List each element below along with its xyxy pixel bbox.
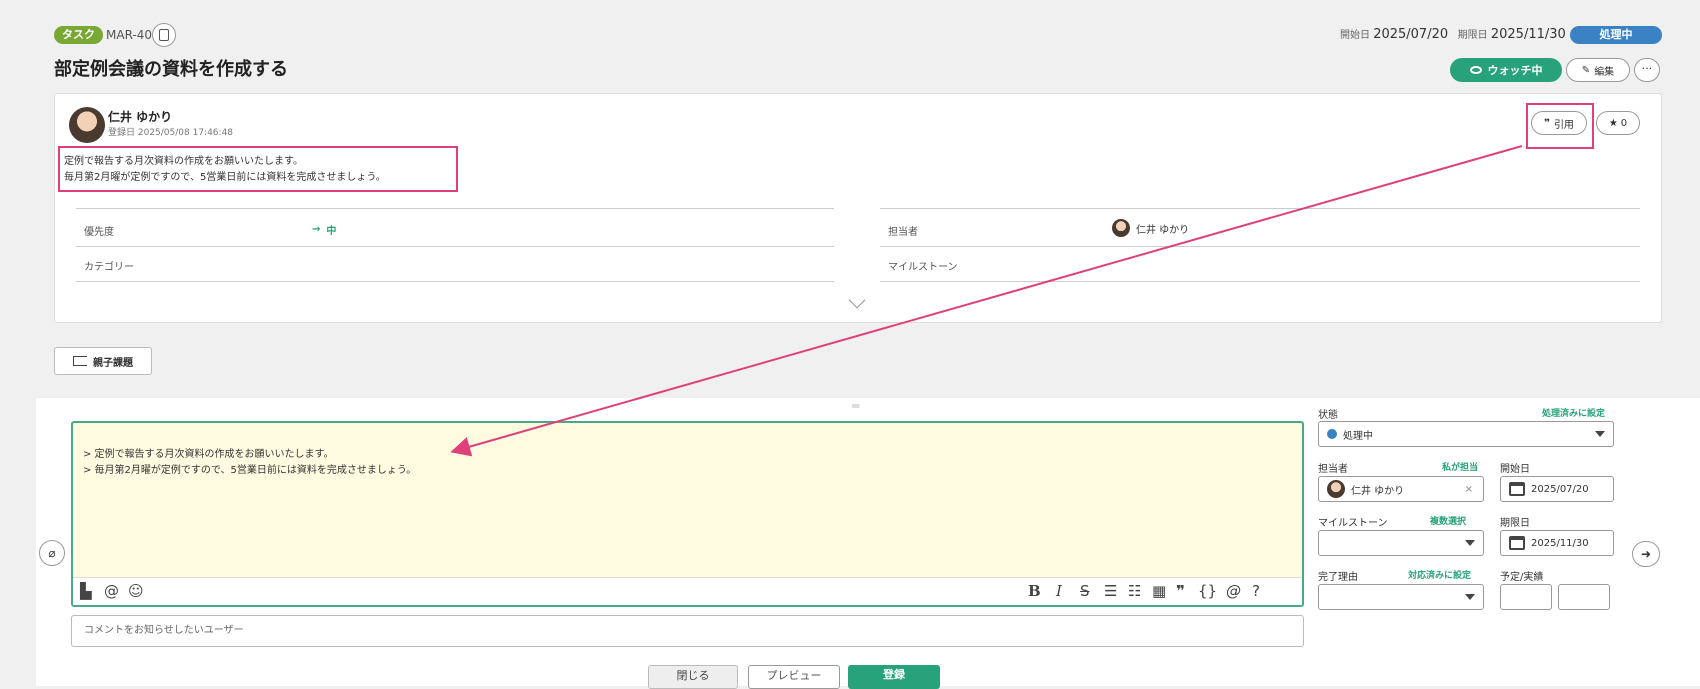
priority-value: → 中 [312, 224, 337, 237]
bold-button[interactable]: B [1028, 582, 1041, 600]
category-label: カテゴリー [84, 262, 134, 273]
table-button[interactable]: ▦ [1152, 582, 1166, 600]
star-button[interactable]: ★ 0 [1596, 111, 1640, 135]
assignee-select[interactable]: 仁井 ゆかり × [1318, 476, 1484, 502]
link-button[interactable]: @ [1226, 582, 1241, 600]
issue-description: 定例で報告する月次資料の作成をお願いいたします。 毎月第2月曜が定例ですので、5… [58, 146, 458, 192]
quote-button[interactable]: ❞ 引用 [1531, 111, 1587, 135]
notify-users-field[interactable]: コメントをお知らせしたいユーザー [71, 615, 1304, 647]
due-date-label: 期限日 [1500, 518, 1530, 529]
calendar-icon [1509, 536, 1525, 550]
chevron-down-icon [1465, 540, 1475, 546]
divider [76, 246, 834, 247]
editor-toolbar [73, 577, 1302, 605]
start-date-label: 開始日 [1500, 464, 1530, 475]
resolution-field-label: 完了理由 [1318, 572, 1358, 583]
due-date-field[interactable]: 2025/11/30 [1500, 530, 1614, 556]
milestone-label: マイルストーン [888, 262, 958, 273]
issue-key[interactable]: MAR-40 [106, 27, 152, 43]
collapse-sidebar-button[interactable]: ➜ [1632, 541, 1660, 567]
star-icon: ★ [1608, 117, 1618, 129]
calendar-icon [1509, 482, 1525, 496]
quote-button[interactable]: ❞ [1176, 582, 1185, 600]
milestone-select[interactable] [1318, 530, 1484, 556]
watch-button[interactable]: ウォッチ中 [1450, 58, 1562, 82]
chevron-down-icon [1595, 431, 1605, 437]
preview-button[interactable]: プレビュー [748, 665, 840, 689]
start-date: 2025/07/20 [1373, 27, 1449, 42]
more-button[interactable]: ··· [1634, 58, 1660, 82]
eye-icon [1469, 66, 1482, 74]
emoji-button[interactable]: ☺ [128, 582, 144, 600]
assignee-value[interactable]: 仁井 ゆかり [1112, 219, 1189, 237]
pencil-icon: ✎ [1581, 64, 1591, 76]
divider [880, 246, 1640, 247]
attach-button[interactable]: ⌀ [39, 540, 65, 566]
edit-button[interactable]: ✎ 編集 [1566, 58, 1630, 82]
status-badge[interactable]: 処理中 [1570, 26, 1662, 44]
status-select[interactable]: 処理中 [1318, 421, 1614, 447]
close-button[interactable]: 閉じる [648, 665, 738, 689]
avatar [1112, 219, 1130, 237]
actual-hours-input[interactable] [1558, 584, 1610, 610]
assignee-label: 担当者 [888, 227, 918, 238]
comment-text[interactable]: > 定例で報告する月次資料の作成をお願いいたします。 > 毎月第2月曜が定例です… [83, 447, 416, 479]
set-handled-link[interactable]: 対応済みに設定 [1408, 568, 1471, 581]
author-name[interactable]: 仁井 ゆかり [108, 108, 172, 125]
arrow-right-icon: → [312, 224, 321, 235]
italic-button[interactable]: I [1056, 582, 1062, 600]
issue-dates: 開始日 2025/07/20 期限日 2025/11/30 [1340, 27, 1566, 42]
resolution-select[interactable] [1318, 584, 1484, 610]
plan-actual-label: 予定/実績 [1500, 572, 1544, 583]
milestone-field-label: マイルストーン [1318, 518, 1388, 529]
priority-label: 優先度 [84, 227, 114, 238]
chevron-down-icon [1465, 594, 1475, 600]
divider [76, 208, 834, 209]
assignee-field-label: 担当者 [1318, 464, 1348, 475]
help-button[interactable]: ? [1252, 582, 1260, 600]
status-dot-icon [1327, 429, 1337, 439]
resize-handle[interactable]: ═ [852, 399, 859, 413]
planned-hours-input[interactable] [1500, 584, 1552, 610]
parent-child-button[interactable]: 親子課題 [54, 347, 152, 375]
image-icon[interactable]: ▙ [80, 582, 92, 600]
divider [880, 208, 1640, 209]
issue-type-badge: タスク [54, 26, 103, 44]
page-title: 部定例会議の資料を作成する [54, 59, 288, 80]
assign-me-link[interactable]: 私が担当 [1442, 460, 1478, 473]
mention-button[interactable]: @ [104, 582, 119, 600]
clear-icon[interactable]: × [1465, 484, 1473, 495]
quote-icon: ❞ [1544, 117, 1550, 129]
submit-button[interactable]: 登録 [848, 665, 940, 689]
copy-button[interactable] [152, 23, 176, 47]
set-resolved-link[interactable]: 処理済みに設定 [1542, 406, 1605, 419]
status-field-label: 状態 [1318, 410, 1338, 421]
divider [76, 281, 834, 282]
avatar [69, 107, 105, 143]
paperclip-icon: ⌀ [48, 546, 56, 560]
arrow-right-icon: ➜ [1640, 547, 1652, 561]
hierarchy-icon [73, 356, 87, 366]
code-button[interactable]: {} [1198, 582, 1217, 600]
registered-date: 登録日 2025/05/08 17:46:48 [108, 128, 234, 138]
avatar [1327, 480, 1345, 498]
bullet-list-button[interactable]: ☰ [1104, 582, 1117, 600]
clipboard-icon [159, 29, 169, 41]
numbered-list-button[interactable]: ☷ [1128, 582, 1141, 600]
strikethrough-button[interactable]: S [1080, 582, 1090, 600]
start-date-field[interactable]: 2025/07/20 [1500, 476, 1614, 502]
multi-select-link[interactable]: 複数選択 [1430, 514, 1466, 527]
due-date: 2025/11/30 [1490, 27, 1566, 42]
divider [880, 281, 1640, 282]
